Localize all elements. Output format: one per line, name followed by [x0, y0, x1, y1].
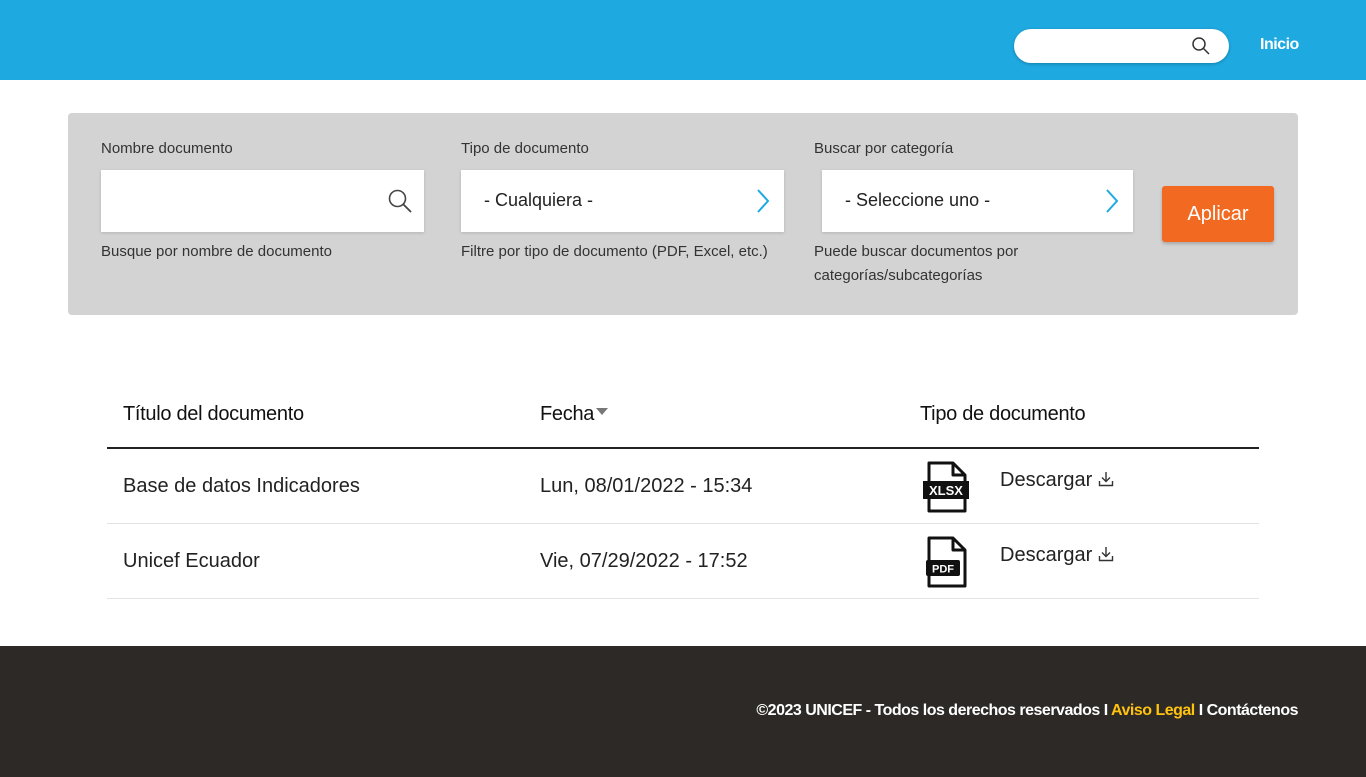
xlsx-label: XLSX	[929, 483, 963, 498]
table-row: Unicef Ecuador Vie, 07/29/2022 - 17:52 P…	[107, 524, 1259, 599]
type-filter-help: Filtre por tipo de documento (PDF, Excel…	[461, 243, 768, 260]
type-filter-value: - Cualquiera -	[484, 190, 594, 210]
type-filter-select[interactable]: - Cualquiera -	[461, 170, 784, 232]
footer-contact-link[interactable]: Contáctenos	[1207, 702, 1299, 719]
name-filter-label: Nombre documento	[101, 140, 233, 157]
header-search-box[interactable]	[1014, 29, 1229, 63]
header-search-input[interactable]	[1028, 35, 1188, 57]
download-icon	[1099, 471, 1114, 486]
search-icon[interactable]	[1191, 36, 1211, 56]
document-title: Unicef Ecuador	[123, 550, 260, 572]
download-link[interactable]: Descargar	[1000, 544, 1114, 567]
document-title: Base de datos Indicadores	[123, 475, 360, 497]
pdf-file-icon: PDF	[926, 536, 967, 588]
download-label: Descargar	[1000, 544, 1093, 566]
footer-legal-link[interactable]: Aviso Legal	[1111, 702, 1195, 719]
footer-copyright: ©2023 UNICEF - Todos los derechos reserv…	[756, 702, 1112, 719]
type-filter-label: Tipo de documento	[461, 140, 589, 157]
sort-desc-icon	[596, 408, 609, 416]
table-row: Base de datos Indicadores Lun, 08/01/202…	[107, 449, 1259, 524]
download-label: Descargar	[1000, 469, 1093, 491]
column-header-date-label: Fecha	[540, 403, 595, 425]
site-footer: ©2023 UNICEF - Todos los derechos reserv…	[0, 646, 1366, 777]
chevron-right-icon	[757, 189, 770, 213]
footer-separator: I	[1194, 702, 1207, 719]
category-filter-help: Puede buscar documentos por categorías/s…	[814, 240, 1018, 288]
download-icon	[1099, 546, 1114, 561]
search-icon[interactable]	[387, 188, 413, 214]
filter-panel: Nombre documento Busque por nombre de do…	[68, 113, 1298, 315]
document-date: Vie, 07/29/2022 - 17:52	[540, 550, 748, 572]
column-header-date[interactable]: Fecha	[540, 403, 609, 426]
category-filter-value: - Seleccione uno -	[845, 190, 991, 210]
name-filter-help: Busque por nombre de documento	[101, 243, 332, 260]
category-help-line-2: categorías/subcategorías	[814, 267, 983, 284]
chevron-right-icon	[1106, 189, 1119, 213]
column-header-type: Tipo de documento	[920, 403, 1086, 425]
category-help-line-1: Puede buscar documentos por	[814, 243, 1019, 260]
footer-text: ©2023 UNICEF - Todos los derechos reserv…	[756, 702, 1298, 720]
document-date: Lun, 08/01/2022 - 15:34	[540, 475, 753, 497]
category-filter-label: Buscar por categoría	[814, 140, 954, 157]
download-link[interactable]: Descargar	[1000, 469, 1114, 492]
category-filter-select[interactable]: - Seleccione uno -	[822, 170, 1133, 232]
pdf-label: PDF	[932, 564, 954, 576]
nav-link-inicio[interactable]: Inicio	[1260, 36, 1299, 54]
name-filter-field[interactable]	[101, 170, 424, 232]
site-header: Inicio	[0, 0, 1366, 80]
apply-button[interactable]: Aplicar	[1162, 186, 1274, 242]
name-filter-input[interactable]	[113, 188, 373, 214]
column-header-title[interactable]: Título del documento	[123, 403, 304, 426]
xlsx-file-icon: XLSX	[923, 461, 969, 513]
